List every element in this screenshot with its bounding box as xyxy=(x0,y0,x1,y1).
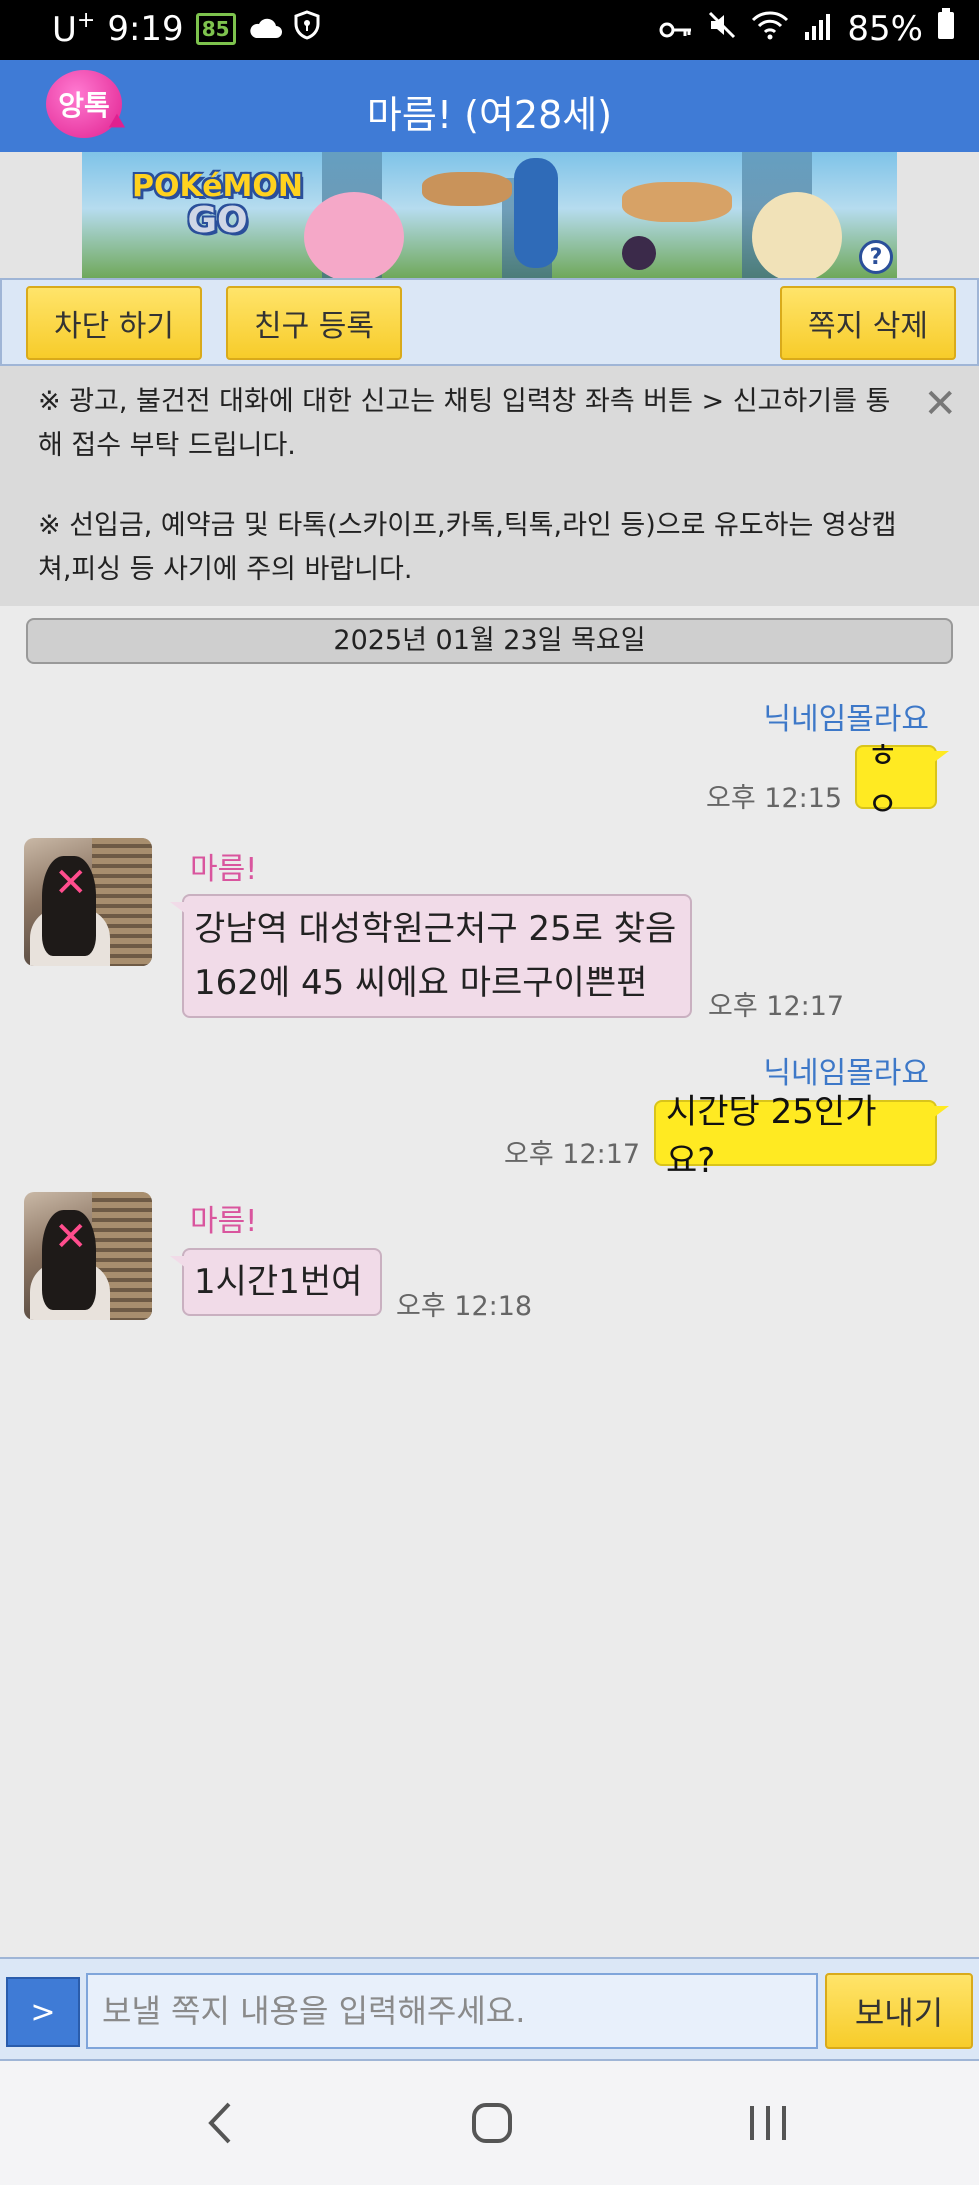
ad-character-gastly xyxy=(622,236,656,270)
carrier-label: U+ xyxy=(52,8,96,50)
ad-character-trainer xyxy=(514,158,558,268)
their-nickname: 마름! xyxy=(190,1204,258,1239)
wifi-icon xyxy=(751,9,789,49)
add-friend-button[interactable]: 친구 등록 xyxy=(226,286,402,360)
ad-character-meowth xyxy=(752,192,842,278)
their-message-bubble[interactable]: 강남역 대성학원근처구 25로 찾음 162에 45 씨에요 마르구이쁜편 xyxy=(170,894,692,1018)
message-time: 오후 12:17 xyxy=(708,991,845,1022)
battery-percent: 85% xyxy=(847,8,923,49)
cloud-icon xyxy=(248,9,282,49)
message-line: 강남역 대성학원근처구 25로 찾음 xyxy=(194,909,677,949)
chat-toolbar: 차단 하기 친구 등록 쪽지 삭제 xyxy=(0,278,979,366)
date-divider: 2025년 01월 23일 목요일 xyxy=(26,618,953,664)
their-nickname: 마름! xyxy=(190,852,258,887)
recent-apps-icon[interactable] xyxy=(744,2099,792,2147)
ad-area: POKéMON GO ? xyxy=(0,152,979,278)
block-button[interactable]: 차단 하기 xyxy=(26,286,202,360)
message-input[interactable] xyxy=(86,1973,818,2049)
ad-character-bird-left xyxy=(422,172,512,206)
send-button[interactable]: 보내기 xyxy=(825,1973,973,2049)
ad-banner[interactable]: POKéMON GO ? xyxy=(82,152,897,278)
menu-button[interactable]: > xyxy=(6,1977,80,2047)
mute-icon xyxy=(707,9,737,49)
my-message-bubble[interactable]: 시간당 25인가요? xyxy=(654,1092,949,1181)
message-time: 오후 12:17 xyxy=(504,1139,641,1170)
page-title: 마름! (여28세) xyxy=(366,93,613,137)
notice-report: ※ 광고, 불건전 대화에 대한 신고는 채팅 입력창 좌측 버튼 > 신고하기… xyxy=(38,386,891,461)
clock: 9:19 xyxy=(107,9,184,49)
message-line: 162에 45 씨에요 마르구이쁜편 xyxy=(194,963,648,1003)
app-header: 앙톡 마름! (여28세) xyxy=(0,60,979,152)
ad-logo: POKéMON GO xyxy=(132,169,304,241)
message-time: 오후 12:15 xyxy=(706,783,843,814)
their-message-bubble[interactable]: 1시간1번여 xyxy=(170,1248,382,1316)
close-icon[interactable]: ✕ xyxy=(923,384,957,424)
delete-message-button[interactable]: 쪽지 삭제 xyxy=(780,286,956,360)
my-message-bubble[interactable]: ㅎㅇ xyxy=(855,736,949,825)
ad-character-bird-right xyxy=(622,182,732,222)
notification-badge: 85 xyxy=(195,13,236,45)
shield-icon xyxy=(294,9,320,49)
avatar[interactable]: ✕ xyxy=(24,838,152,966)
battery-icon xyxy=(937,8,955,49)
back-icon[interactable] xyxy=(196,2099,244,2147)
system-nav-bar xyxy=(0,2061,979,2185)
signal-icon xyxy=(803,9,833,49)
key-icon xyxy=(659,9,693,49)
notice-panel: ※ 광고, 불건전 대화에 대한 신고는 채팅 입력창 좌측 버튼 > 신고하기… xyxy=(0,366,979,606)
ad-character-jigglypuff xyxy=(304,192,404,278)
notice-fraud-warning: ※ 선입금, 예약금 및 타톡(스카이프,카톡,틱톡,라인 등)으로 유도하는 … xyxy=(38,510,897,585)
message-input-bar: > 보내기 xyxy=(0,1957,979,2061)
avatar[interactable]: ✕ xyxy=(24,1192,152,1320)
message-time: 오후 12:18 xyxy=(396,1291,533,1322)
status-bar: U+ 9:19 85 85% xyxy=(0,0,979,60)
ad-help-icon[interactable]: ? xyxy=(859,240,893,274)
home-icon[interactable] xyxy=(468,2099,516,2147)
